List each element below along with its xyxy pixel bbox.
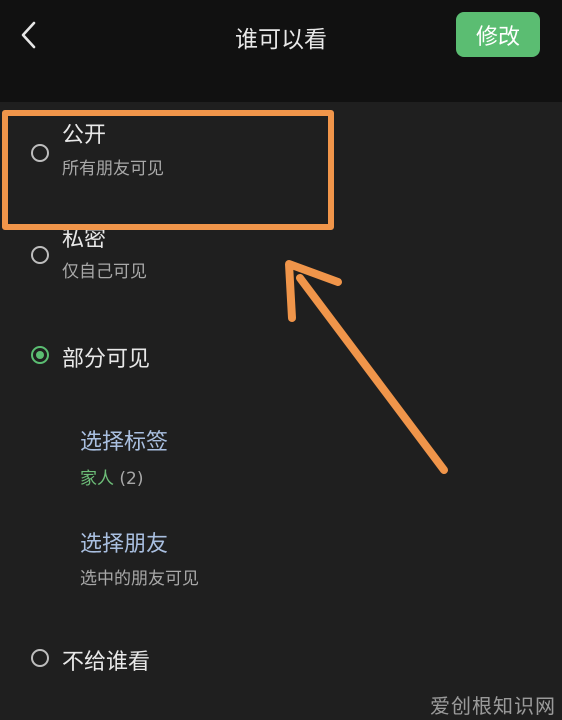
- top-bar: 谁可以看 修改: [0, 0, 562, 102]
- option-exclude-title: 不给谁看: [62, 650, 151, 675]
- tag-count: (2): [119, 469, 144, 489]
- option-private-title: 私密: [62, 227, 107, 252]
- radio-private[interactable]: [31, 246, 49, 264]
- select-friends[interactable]: 选择朋友 选中的朋友可见: [0, 512, 562, 602]
- option-private-subtitle: 仅自己可见: [62, 262, 147, 282]
- watermark: 爱创根知识网: [430, 694, 556, 718]
- select-tags-detail: 家人 (2): [80, 464, 144, 489]
- select-friends-title: 选择朋友: [80, 532, 169, 557]
- select-tags-title: 选择标签: [80, 430, 169, 455]
- select-friends-subtitle: 选中的朋友可见: [80, 569, 199, 589]
- option-partial-title: 部分可见: [62, 347, 151, 372]
- tag-name: 家人: [80, 469, 114, 489]
- option-public-title: 公开: [62, 123, 107, 148]
- radio-public[interactable]: [31, 144, 49, 162]
- back-button[interactable]: [14, 18, 44, 52]
- radio-exclude[interactable]: [31, 649, 49, 667]
- option-exclude[interactable]: 不给谁看: [0, 622, 562, 692]
- select-tags[interactable]: 选择标签 家人 (2): [0, 412, 562, 502]
- option-public-subtitle: 所有朋友可见: [62, 159, 164, 179]
- option-partial[interactable]: 部分可见: [0, 317, 562, 391]
- option-public[interactable]: 公开 所有朋友可见: [0, 102, 562, 204]
- chevron-left-icon: [21, 21, 36, 49]
- radio-partial[interactable]: [31, 346, 49, 364]
- option-private[interactable]: 私密 仅自己可见: [0, 204, 562, 304]
- visibility-options: 公开 所有朋友可见 私密 仅自己可见 部分可见 选择标签 家人 (2) 选择朋友…: [0, 102, 562, 720]
- edit-button[interactable]: 修改: [456, 12, 540, 57]
